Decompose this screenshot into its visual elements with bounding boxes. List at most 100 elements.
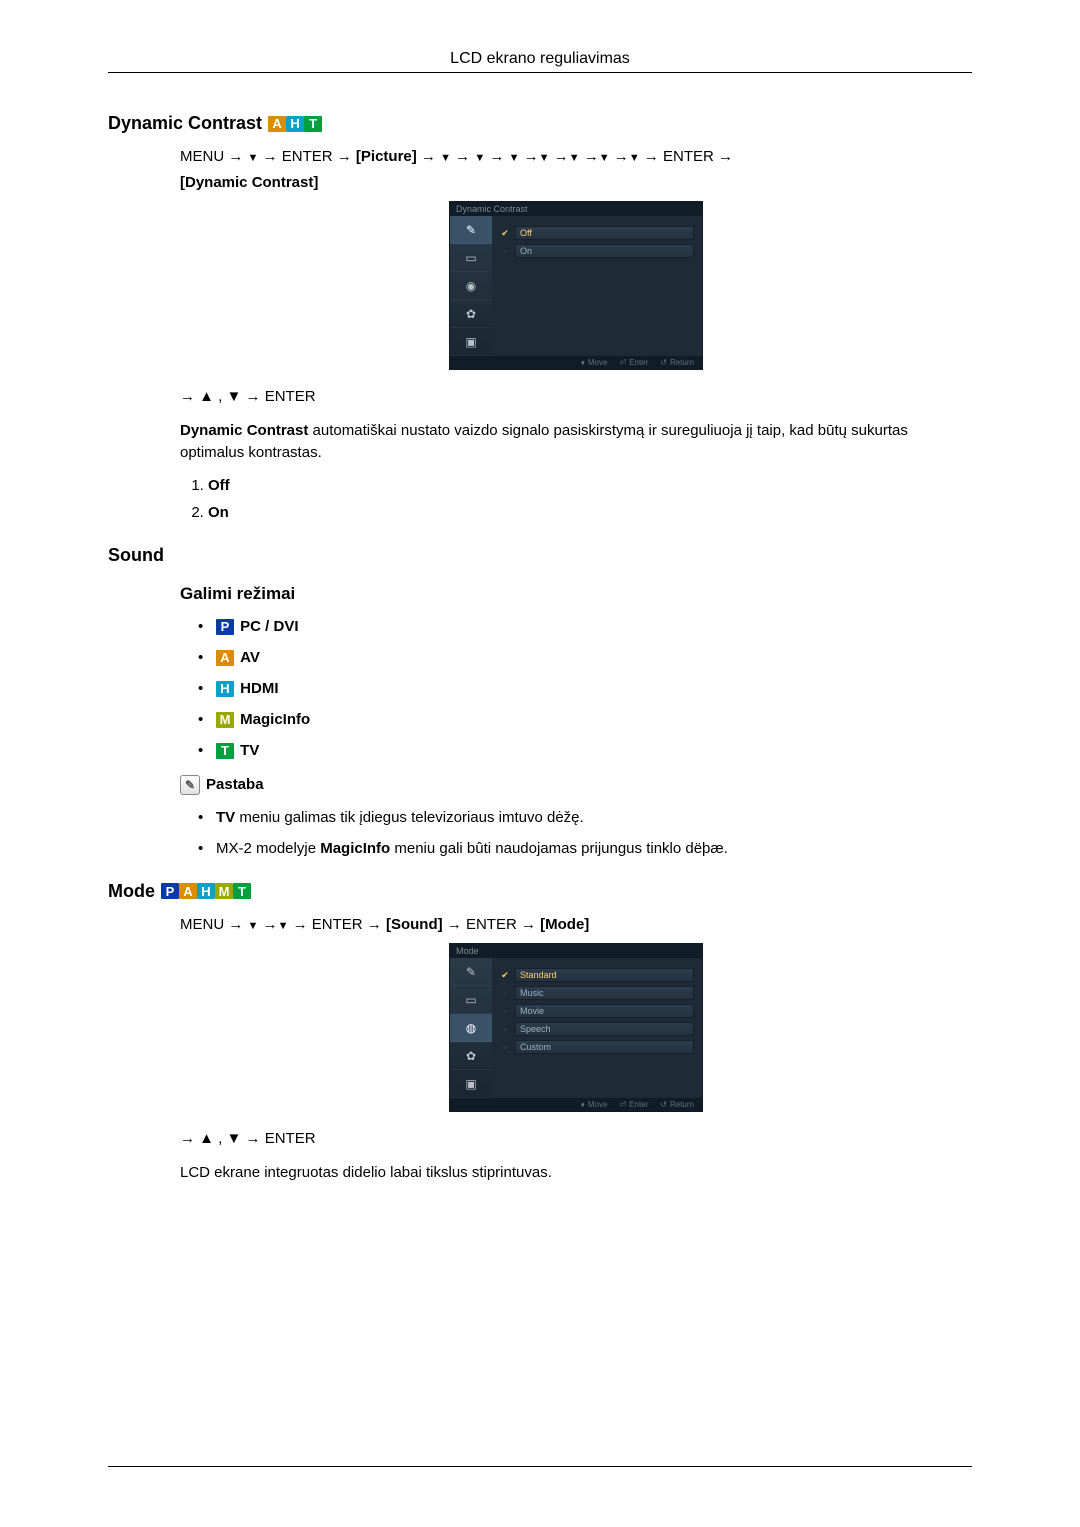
note-title: Pastaba xyxy=(206,776,264,793)
mode-nav-line-1: MENU → → → ENTER → [Sound] → ENTER → [Mo… xyxy=(180,912,972,938)
osd-option-label: On xyxy=(515,244,694,258)
box-icon: ▫ xyxy=(500,1006,510,1016)
list-item: Off xyxy=(208,477,972,494)
mode-body: MENU → → → ENTER → [Sound] → ENTER → [Mo… xyxy=(180,912,972,1185)
mode-nav-line-2: → ▲ , ▼ → ENTER xyxy=(180,1126,972,1152)
circle-icon: ◉ xyxy=(450,272,492,300)
gear-icon: ✿ xyxy=(450,300,492,328)
osd-main: ✔ Off ▫ On xyxy=(492,216,702,356)
section-dynamic-contrast: Dynamic Contrast A H T xyxy=(108,113,972,134)
mode-list: P PC / DVI A AV H HDMI M MagicInfo T TV xyxy=(180,618,972,759)
osd-option-speech: ▫ Speech xyxy=(500,1022,694,1036)
osd-sidebar: ✎ ▭ ◍ ✿ ▣ xyxy=(450,958,492,1098)
nav-text: → ENTER → xyxy=(640,148,733,165)
mode-strip: P A H M T xyxy=(161,883,251,899)
note-bold: TV xyxy=(216,809,235,826)
osd-foot-move: ♦ Move xyxy=(581,1100,608,1109)
down-arrow-icon xyxy=(599,148,610,165)
osd-option-custom: ▫ Custom xyxy=(500,1040,694,1054)
option-label: Off xyxy=(208,477,230,494)
mode-badge-a: A xyxy=(179,883,197,899)
list-item: MX-2 modelyje MagicInfo meniu gali bûti … xyxy=(198,840,972,857)
input-icon: ▣ xyxy=(450,328,492,356)
osd-foot-label: Return xyxy=(670,1100,694,1109)
top-rule xyxy=(108,72,972,73)
down-arrow-icon xyxy=(569,148,580,165)
box-icon: ▫ xyxy=(500,988,510,998)
osd-option-music: ▫ Music xyxy=(500,986,694,1000)
mode-badge-h: H xyxy=(286,116,304,132)
osd-footer: ♦ Move ⏎ Enter ↺ Return xyxy=(450,1098,702,1111)
osd-option-label: Speech xyxy=(515,1022,694,1036)
mode-badge-a: A xyxy=(216,650,234,666)
note-text: MX-2 modelyje xyxy=(216,840,320,857)
osd-sidebar: ✎ ▭ ◉ ✿ ▣ xyxy=(450,216,492,356)
osd-foot-return: ↺ Return xyxy=(660,1100,694,1109)
osd-option-label: Movie xyxy=(515,1004,694,1018)
mode-label: PC / DVI xyxy=(240,618,298,635)
osd-foot-enter: ⏎ Enter xyxy=(619,358,648,367)
nav-text: → ENTER → xyxy=(258,148,356,165)
osd-dynamic-contrast: Dynamic Contrast ✎ ▭ ◉ ✿ ▣ ✔ Off ▫ xyxy=(449,201,703,370)
note-bold: MagicInfo xyxy=(320,840,390,857)
osd-option-movie: ▫ Movie xyxy=(500,1004,694,1018)
picture-icon: ▭ xyxy=(450,986,492,1014)
osd-option-standard: ✔ Standard xyxy=(500,968,694,982)
nav-text: MENU → xyxy=(180,148,248,165)
osd-footer: ♦ Move ⏎ Enter ↺ Return xyxy=(450,356,702,369)
down-arrow-icon xyxy=(248,916,259,933)
osd-foot-label: Move xyxy=(588,358,608,367)
osd-body: ✎ ▭ ◉ ✿ ▣ ✔ Off ▫ On xyxy=(450,216,702,356)
osd-title: Mode xyxy=(450,944,702,958)
down-arrow-icon xyxy=(539,148,550,165)
note-list: TV meniu galimas tik įdiegus televizoria… xyxy=(180,809,972,857)
osd-option-label: Standard xyxy=(515,968,694,982)
section-title: Mode xyxy=(108,881,155,902)
section-mode: Mode P A H M T xyxy=(108,881,972,902)
page: LCD ekrano reguliavimas Dynamic Contrast… xyxy=(0,0,1080,1527)
osd-foot-move: ♦ Move xyxy=(581,358,608,367)
input-icon: ▣ xyxy=(450,1070,492,1098)
box-icon: ▫ xyxy=(500,246,510,256)
bottom-rule xyxy=(108,1466,972,1467)
brush-icon: ✎ xyxy=(450,958,492,986)
mode-badge-h: H xyxy=(197,883,215,899)
note-heading: ✎ Pastaba xyxy=(180,775,972,795)
list-item: TV meniu galimas tik įdiegus televizoria… xyxy=(198,809,972,826)
note-text: meniu galimas tik įdiegus televizoriaus … xyxy=(235,809,584,826)
down-arrow-icon xyxy=(509,148,520,165)
osd-option-label: Custom xyxy=(515,1040,694,1054)
section-title: Sound xyxy=(108,545,164,566)
dc-nav-line-1: MENU → → ENTER → [Picture] → → → → → → →… xyxy=(180,144,972,195)
dc-description: Dynamic Contrast automatiškai nustato va… xyxy=(180,420,972,465)
nav-text: → ENTER → xyxy=(443,916,541,933)
brush-icon: ✎ xyxy=(450,216,492,244)
osd-option-label: Music xyxy=(515,986,694,1000)
osd-foot-label: Enter xyxy=(629,358,648,367)
mode-label: HDMI xyxy=(240,680,278,697)
dc-nav-line-2: → ▲ , ▼ → ENTER xyxy=(180,384,972,410)
list-item: T TV xyxy=(198,742,972,759)
nav-text: → ENTER → xyxy=(288,916,386,933)
osd-option-label: Off xyxy=(515,226,694,240)
sound-icon: ◍ xyxy=(450,1014,492,1042)
list-item: On xyxy=(208,504,972,521)
mode-badge-a: A xyxy=(268,116,286,132)
section-sound: Sound xyxy=(108,545,972,566)
osd-foot-label: Enter xyxy=(629,1100,648,1109)
nav-text: MENU → xyxy=(180,916,248,933)
osd-foot-return: ↺ Return xyxy=(660,358,694,367)
page-title: LCD ekrano reguliavimas xyxy=(108,50,972,68)
nav-bold: [Picture] xyxy=(356,148,417,165)
option-label: On xyxy=(208,504,229,521)
osd-main: ✔ Standard ▫ Music ▫ Movie ▫ Speech xyxy=(492,958,702,1098)
box-icon: ▫ xyxy=(500,1024,510,1034)
list-item: A AV xyxy=(198,649,972,666)
osd-foot-label: Return xyxy=(670,358,694,367)
check-icon: ✔ xyxy=(500,970,510,980)
check-icon: ✔ xyxy=(500,228,510,238)
dc-options-list: Off On xyxy=(180,477,972,521)
mode-badge-t: T xyxy=(304,116,322,132)
mode-label: MagicInfo xyxy=(240,711,310,728)
section-title: Dynamic Contrast xyxy=(108,113,262,134)
